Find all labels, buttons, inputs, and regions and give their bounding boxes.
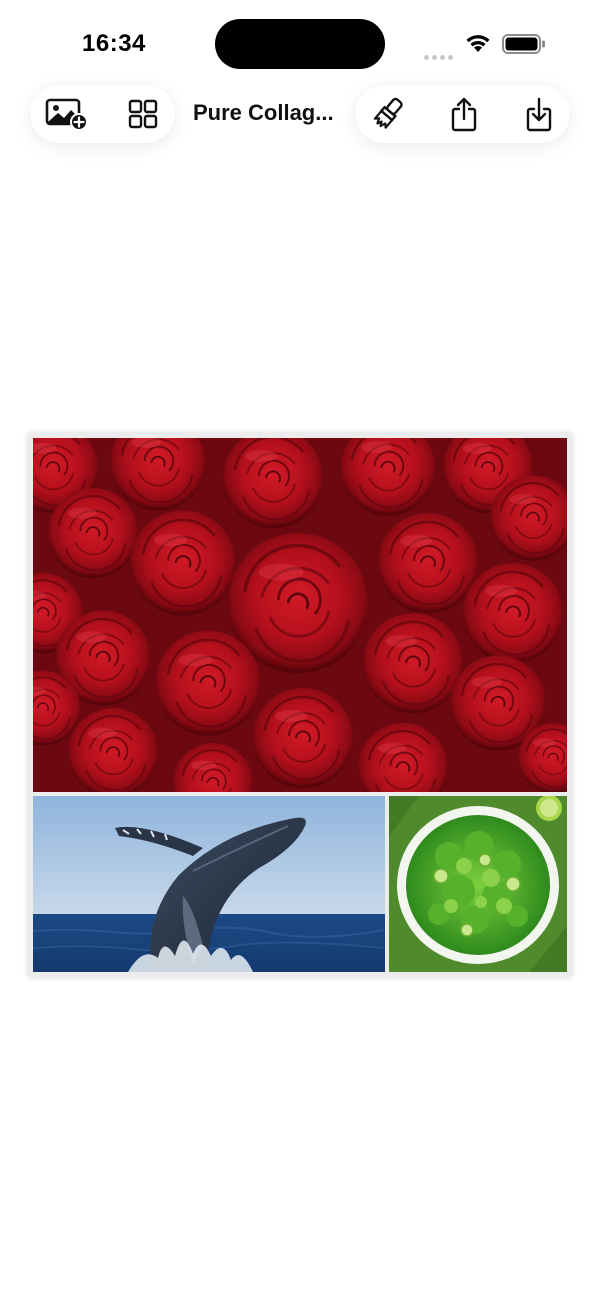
- collage-cell-roses[interactable]: [33, 438, 567, 792]
- document-title[interactable]: Pure Collag...: [193, 100, 343, 126]
- cellular-signal-icon: [424, 47, 456, 65]
- save-button[interactable]: [510, 85, 568, 143]
- green-salad-photo: [389, 796, 567, 972]
- paintbrush-icon: [373, 97, 403, 129]
- layout-button[interactable]: [114, 85, 172, 143]
- status-indicators: [424, 32, 574, 60]
- status-time: 16:34: [82, 30, 146, 57]
- grid-icon: [128, 99, 158, 129]
- battery-icon: [502, 34, 545, 54]
- wifi-icon: [466, 35, 490, 52]
- whale-breaching-photo: [33, 796, 385, 972]
- app-screen: 16:34 Pure Collag...: [0, 0, 600, 1299]
- share-icon: [451, 97, 477, 132]
- collage-cell-salad[interactable]: [389, 796, 567, 972]
- style-button[interactable]: [359, 85, 417, 143]
- add-photo-button[interactable]: [38, 85, 96, 143]
- collage-canvas: [28, 433, 572, 977]
- photo-add-icon: [45, 98, 88, 131]
- download-icon: [526, 97, 552, 132]
- toolbar-left-group: [30, 85, 175, 143]
- red-roses-photo: [33, 438, 567, 792]
- share-button[interactable]: [435, 85, 493, 143]
- dynamic-island: [215, 19, 385, 69]
- toolbar-right-group: [355, 85, 570, 143]
- collage-cell-whale[interactable]: [33, 796, 385, 972]
